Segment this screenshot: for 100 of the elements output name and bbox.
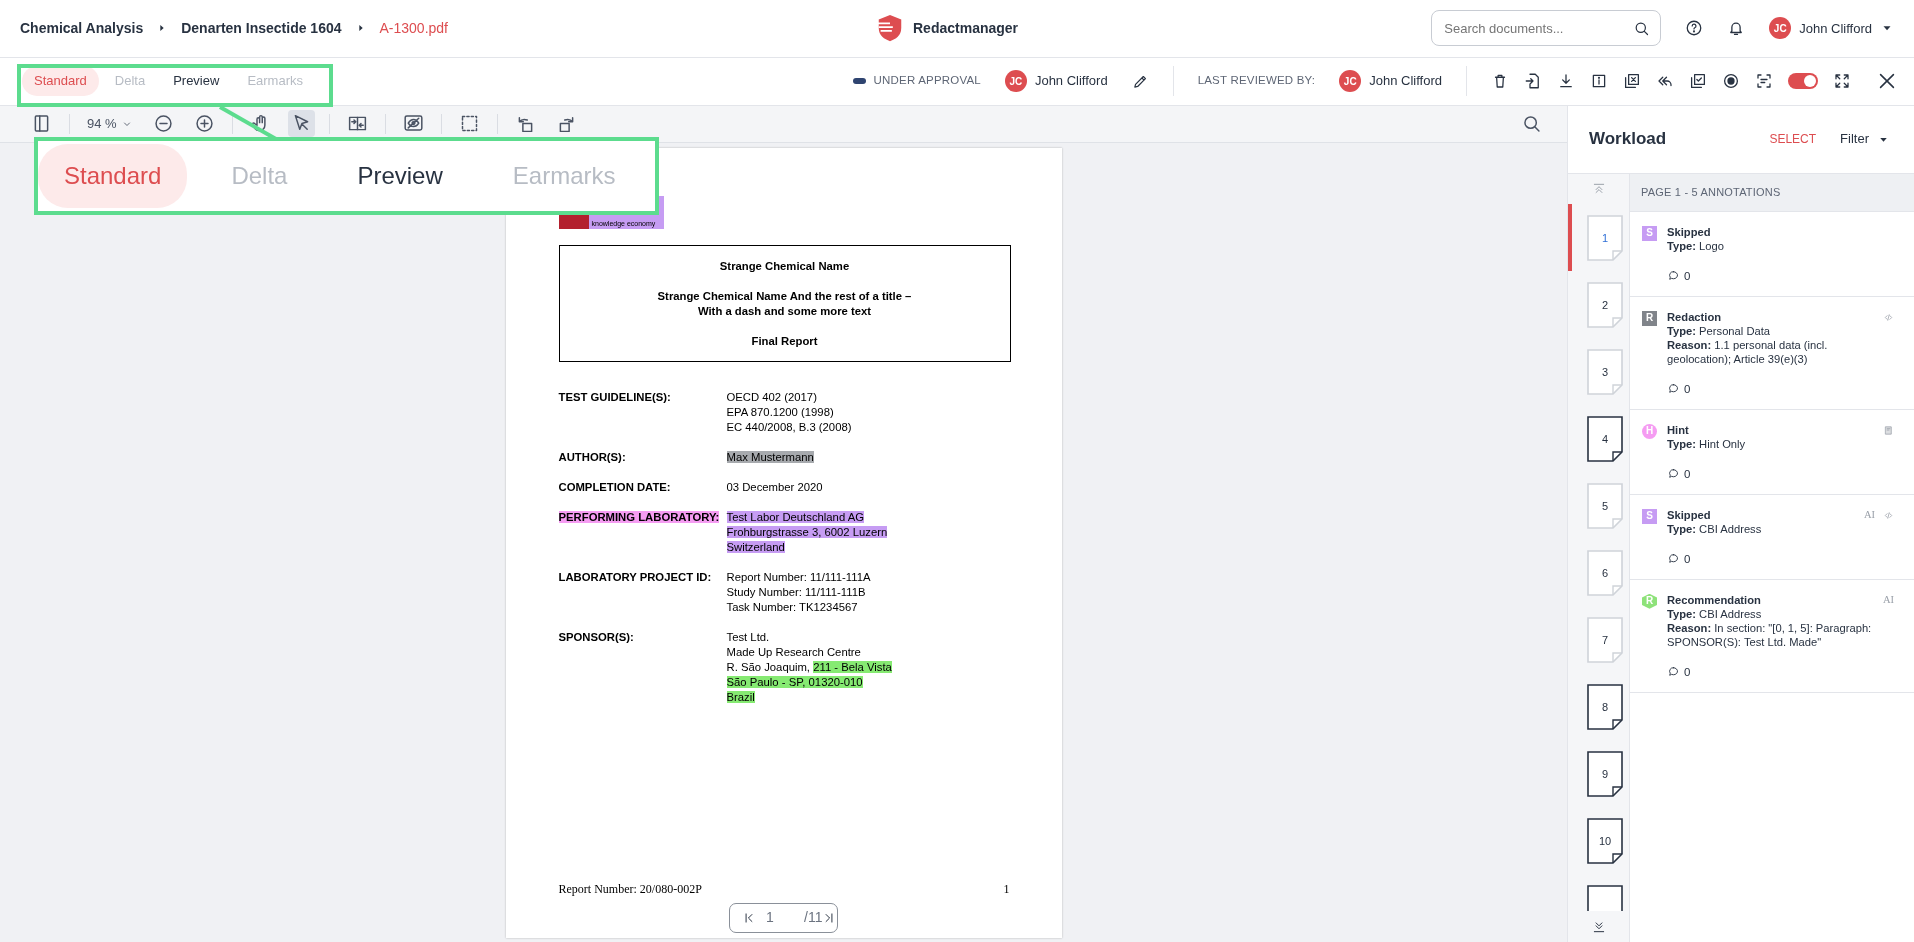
file-import-button[interactable] <box>1524 72 1542 91</box>
page-navigator[interactable]: 1 /11 <box>729 902 838 933</box>
page-thumbnail[interactable]: 6 <box>1568 539 1629 607</box>
footer-report-number: Report Number: 20/080-002P <box>558 881 702 897</box>
section-header: PAGE 1 - 5 ANNOTATIONS <box>1630 173 1914 212</box>
page-thumbnail[interactable]: 3 <box>1568 338 1629 406</box>
expand-icon <box>1833 72 1851 91</box>
highlighted-text: Frohburgstrasse 3, 6002 Luzern <box>726 525 888 538</box>
expand-button[interactable] <box>1833 72 1851 91</box>
highlighted-text: Switzerland <box>726 540 785 553</box>
app-name: Redactmanager <box>913 18 1019 38</box>
first-page-button[interactable] <box>742 910 756 925</box>
page-input[interactable]: 1 <box>764 906 804 930</box>
code-icon <box>1883 311 1894 323</box>
page-thumbnail[interactable]: 1 <box>1568 204 1629 272</box>
annotation-reason: Reason: In section: "[0, 1, 5]: Paragraph: SPONSOR(S): Test Ltd. Made" <box>1667 620 1873 649</box>
page-total: /11 <box>804 908 823 928</box>
annotation-badge: R <box>1642 593 1657 609</box>
field-label: SPONSOR(S): <box>558 630 634 643</box>
panel-title: Workload <box>1589 128 1667 151</box>
field-value: Test Ltd. <box>726 630 770 643</box>
comment-icon <box>1667 467 1680 481</box>
help-icon <box>1685 19 1704 38</box>
pointer-tool[interactable] <box>287 110 315 138</box>
comment-count: 0 <box>1684 268 1691 283</box>
page-thumbnail[interactable]: 8 <box>1568 673 1629 741</box>
title-line: Strange Chemical Name <box>718 258 851 274</box>
comment-icon <box>1667 665 1680 679</box>
file-import-icon <box>1524 72 1542 91</box>
avatar: JC <box>1769 17 1792 40</box>
avatar: JC <box>1004 70 1027 93</box>
breadcrumb-link[interactable]: Denarten Insectide 1604 <box>181 17 342 39</box>
toggle-switch[interactable] <box>1788 73 1818 90</box>
page-thumbnail[interactable]: 7 <box>1568 606 1629 674</box>
view-tab[interactable]: Standard <box>22 66 99 96</box>
field-value: R. São Joaquim, <box>726 660 811 673</box>
select-button[interactable]: SELECT <box>1769 130 1817 149</box>
title-line: Strange Chemical Name And the rest of a title – <box>656 288 913 304</box>
title-line: Final Report <box>750 333 819 349</box>
image-x-icon <box>1623 72 1641 91</box>
annotation-card[interactable]: H Hint Type: Hint Only 0 <box>1630 409 1914 495</box>
comment-count: 0 <box>1684 664 1691 679</box>
annotation-badge: R <box>1642 310 1657 326</box>
page-thumbnail[interactable]: 2 <box>1568 271 1629 339</box>
annotation-card[interactable]: R Recommendation Type: CBI Address Reason: In section: "[0, 1, 5]: Paragraph: SPONSOR(S): Test Ltd. Made" 0 AI <box>1630 579 1914 693</box>
annotation-reason: Reason: 1.1 personal data (incl. geolocation); Article 39(e)(3) <box>1667 337 1829 366</box>
search-icon <box>1521 113 1542 135</box>
highlighted-text: Brazil <box>726 690 755 703</box>
breadcrumb-link[interactable]: Chemical Analysis <box>20 17 144 39</box>
comment-count: 0 <box>1684 381 1691 396</box>
page-thumbnail[interactable]: 9 <box>1568 740 1629 808</box>
zoom-in-icon <box>193 113 215 135</box>
scan-icon <box>1755 72 1773 91</box>
page-number: 1 <box>1003 881 1010 897</box>
chevrons-down-icon <box>1591 919 1606 934</box>
annotation-card[interactable]: R Redaction Type: Personal Data Reason: 1.1 personal data (incl. geolocation); Article 39(e)(3) 0 <box>1630 296 1914 410</box>
annotation-card[interactable]: S Skipped Type: Logo 0 <box>1630 211 1914 297</box>
scan-button[interactable] <box>1755 72 1773 91</box>
reviewer-name: John Clifford <box>1369 72 1442 91</box>
view-tab[interactable]: Preview <box>331 144 469 208</box>
status-label: UNDER APPROVAL <box>873 73 981 89</box>
view-tab[interactable]: Preview <box>161 66 232 96</box>
annotation-type: Type: CBI Address <box>1667 521 1763 536</box>
annotation-title: Recommendation <box>1667 592 1762 607</box>
field-value: Report Number: 11/111-111A <box>726 570 871 583</box>
last-reviewed-label: LAST REVIEWED BY: <box>1197 73 1316 89</box>
comment-icon <box>1667 269 1680 283</box>
search-input[interactable]: Search documents... <box>1442 17 1634 40</box>
breadcrumb-link[interactable]: A-1300.pdf <box>379 17 448 39</box>
field-value: EPA 870.1200 (1998) <box>726 405 834 418</box>
field-label: AUTHOR(S): <box>558 450 626 463</box>
image-x-button[interactable] <box>1623 72 1641 91</box>
page-thumbnail[interactable]: 4 <box>1568 405 1629 473</box>
zoom-select[interactable]: 94 % <box>84 110 136 137</box>
avatar: JC <box>1339 70 1362 93</box>
field-value: Made Up Research Centre <box>726 645 861 658</box>
ai-label: AI <box>1882 592 1894 607</box>
page-thumbnail[interactable]: 10 <box>1568 807 1629 875</box>
help-button[interactable] <box>1685 19 1704 38</box>
field-label: LABORATORY PROJECT ID: <box>558 570 712 583</box>
search-field[interactable]: Search documents... <box>1431 10 1662 47</box>
user-name[interactable]: John Clifford <box>1799 18 1872 39</box>
page-thumbnail[interactable]: 5 <box>1568 472 1629 540</box>
annotation-title: Hint <box>1667 422 1690 437</box>
comment-count: 0 <box>1684 551 1691 566</box>
field-value: OECD 402 (2017) <box>726 390 817 403</box>
zoom-out-icon <box>152 113 174 135</box>
field-label: TEST GUIDELINE(S): <box>558 390 671 403</box>
code-icon <box>1883 509 1894 521</box>
checkbox-button[interactable] <box>1689 72 1707 91</box>
annotation-title: Skipped <box>1667 224 1712 239</box>
annotation-badge: H <box>1642 423 1657 439</box>
annotation-title: Redaction <box>1667 309 1723 324</box>
record-button[interactable] <box>1722 72 1740 91</box>
first-page-icon <box>742 910 756 925</box>
assignee-name: John Clifford <box>1034 72 1108 91</box>
filter-dropdown[interactable]: Filter <box>1840 129 1890 149</box>
field-value: Task Number: TK1234567 <box>726 600 858 613</box>
annotation-card[interactable]: S Skipped Type: CBI Address 0 AI <box>1630 494 1914 580</box>
field-label: COMPLETION DATE: <box>558 480 671 493</box>
